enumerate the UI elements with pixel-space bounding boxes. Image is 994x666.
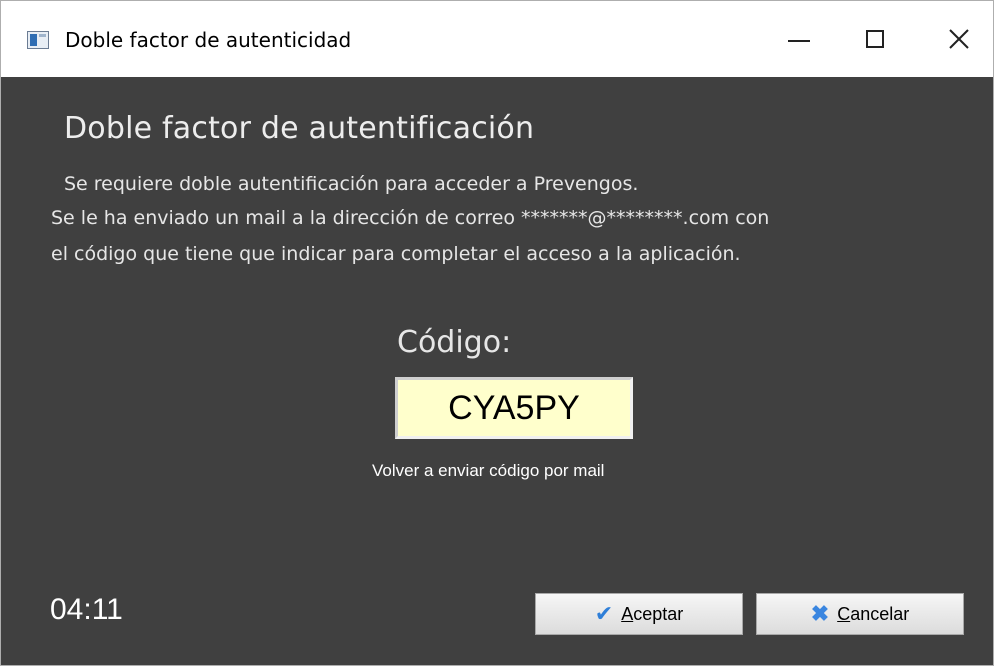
x-icon: ✖ — [810, 601, 830, 626]
info-text-line-2: Se le ha enviado un mail a la dirección … — [51, 207, 770, 229]
code-input[interactable] — [395, 377, 633, 439]
accept-button-label: Aceptar — [621, 603, 684, 624]
maximize-button[interactable] — [847, 13, 903, 65]
maximize-icon — [866, 30, 884, 48]
app-window-icon — [27, 31, 49, 49]
check-icon: ✔ — [594, 601, 614, 626]
minimize-button[interactable] — [771, 13, 827, 65]
close-button[interactable] — [931, 13, 987, 65]
resend-code-link[interactable]: Volver a enviar código por mail — [372, 461, 604, 481]
info-text-line-1: Se requiere doble autentificación para a… — [64, 173, 639, 195]
accept-button[interactable]: ✔ Aceptar — [535, 593, 743, 635]
minimize-icon — [788, 40, 810, 42]
title-bar[interactable]: Doble factor de autenticidad — [1, 1, 993, 77]
dialog-content: Doble factor de autentificación Se requi… — [1, 77, 993, 665]
window-title: Doble factor de autenticidad — [65, 28, 352, 52]
code-label: Código: — [397, 325, 512, 360]
close-icon — [949, 29, 969, 49]
info-text-line-3: el código que tiene que indicar para com… — [51, 243, 741, 265]
dialog-window: Doble factor de autenticidad Doble facto… — [0, 0, 994, 666]
dialog-heading: Doble factor de autentificación — [64, 111, 535, 146]
cancel-button-label: Cancelar — [837, 603, 910, 624]
countdown-timer: 04:11 — [50, 593, 123, 626]
cancel-button[interactable]: ✖ Cancelar — [756, 593, 964, 635]
